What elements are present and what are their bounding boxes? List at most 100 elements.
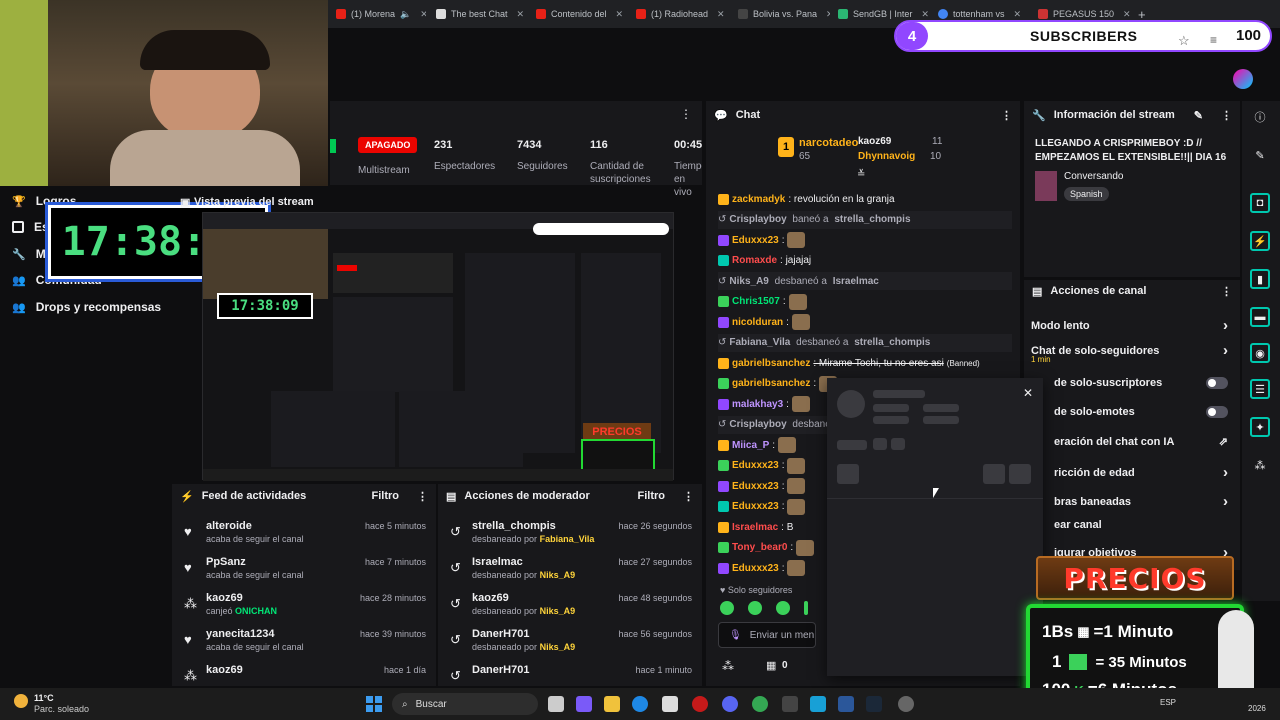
nav-item-drops[interactable]: 👥 Drops y recompensas — [12, 300, 161, 314]
browser-tab[interactable]: (1) Morena 🔈 ✕ — [336, 4, 426, 24]
chat-username[interactable]: Israelmac — [732, 522, 778, 533]
chat-username[interactable]: Eduxxx23 — [732, 481, 779, 492]
moderator-name[interactable]: Niks_A9 — [540, 642, 576, 652]
taskbar-search[interactable]: ⌕ Buscar — [392, 693, 538, 715]
kebab-menu-icon[interactable]: ⋮ — [683, 490, 694, 503]
info-icon[interactable]: ⓘ — [1250, 107, 1270, 127]
activity-row[interactable]: ♥ alteroide acaba de seguir el canal hace 5… — [180, 518, 428, 552]
followers-only-item[interactable]: Chat de solo-seguidores › — [1031, 342, 1228, 359]
leaderboard-second[interactable]: kaoz69 — [858, 136, 891, 147]
app-icon[interactable] — [810, 696, 826, 712]
browser-tab[interactable]: Contenido del ✕ — [536, 4, 628, 24]
close-icon[interactable]: ✕ — [1023, 386, 1033, 400]
moderator-name[interactable]: Fabiana_Vila — [540, 534, 595, 544]
activity-row[interactable]: ⁂ kaoz69 canjeó ONICHAN hace 28 minutos — [180, 590, 428, 624]
list-icon[interactable]: ☰ — [1250, 379, 1270, 399]
opera-icon[interactable] — [692, 696, 708, 712]
star-icon[interactable]: ☆ — [1178, 33, 1190, 49]
activity-row[interactable]: ⁂ kaoz69 hace 1 día — [180, 662, 428, 684]
leaderboard-first-name[interactable]: narcotadeo — [799, 137, 858, 149]
age-restriction-item[interactable]: ricción de edad › — [1054, 464, 1228, 481]
modaction-row[interactable]: ↺ DanerH701 hace 1 minuto — [446, 662, 694, 684]
chat-username[interactable]: Eduxxx23 — [732, 501, 779, 512]
app-icon[interactable] — [782, 696, 798, 712]
chat-username[interactable]: Tony_bear0 — [732, 542, 787, 553]
chat-username[interactable]: Eduxxx23 — [732, 563, 779, 574]
raid-channel-item[interactable]: ear canal — [1054, 519, 1228, 531]
chat-message[interactable]: Eduxxx23: — [718, 231, 1012, 249]
banned-words-item[interactable]: bras baneadas › — [1054, 493, 1228, 510]
close-tab-icon[interactable]: ✕ — [717, 9, 725, 20]
chat-message[interactable]: nicolduran: — [718, 313, 1012, 331]
chat-icon[interactable]: ▬ — [1250, 307, 1270, 327]
activity-row[interactable]: ♥ yanecita1234 acaba de seguir el canal hac… — [180, 626, 428, 660]
microphone-icon[interactable]: 🎙 — [729, 630, 742, 641]
slow-mode-item[interactable]: Modo lento › — [1031, 317, 1228, 334]
copilot-icon[interactable] — [576, 696, 592, 712]
language-indicator[interactable]: ESP — [1160, 698, 1176, 707]
chat-message[interactable]: Chris1507: — [718, 293, 1012, 311]
chat-username[interactable]: Eduxxx23 — [732, 460, 779, 471]
chat-username[interactable]: gabrielbsanchez — [732, 378, 810, 389]
category-name[interactable]: Conversando — [1064, 171, 1123, 182]
browser-tab[interactable]: (1) Radiohead ✕ — [636, 4, 728, 24]
channel-points-icon[interactable]: ⁂ — [722, 659, 734, 673]
close-tab-icon[interactable]: ✕ — [826, 9, 830, 20]
chat-message[interactable]: gabrielbsanchez: Mirame Tochi, tu no ere… — [718, 354, 1012, 372]
emotes-only-toggle[interactable] — [1206, 406, 1228, 418]
windows-start-icon[interactable] — [366, 696, 382, 712]
emote-icon[interactable] — [804, 601, 808, 615]
target-user[interactable]: strella_chompis — [834, 214, 910, 225]
browser-tab[interactable]: The best Chat ✕ — [436, 4, 526, 24]
chat-username[interactable]: Chris1507 — [732, 296, 780, 307]
modaction-row[interactable]: ↺ kaoz69 desbaneado por Niks_A9 hace 48 seg… — [446, 590, 694, 624]
chat-username[interactable]: malakhay3 — [732, 399, 783, 410]
lightning-icon[interactable]: ⚡ — [1250, 231, 1270, 251]
moderator-name[interactable]: Fabiana_Vila — [729, 337, 790, 348]
clock-date[interactable]: 2026 — [1248, 704, 1266, 713]
chat-username[interactable]: Miica_P — [732, 440, 769, 451]
pencil-icon[interactable]: ✎ — [1250, 145, 1270, 165]
list-icon[interactable]: ≡ — [1210, 33, 1217, 47]
close-tab-icon[interactable]: ✕ — [1123, 9, 1130, 20]
chat-message[interactable]: Romaxde: jajajaj — [718, 252, 1012, 270]
moderator-name[interactable]: Niks_A9 — [729, 276, 768, 287]
record-icon[interactable]: ◘ — [1250, 193, 1270, 213]
close-tab-icon[interactable]: ✕ — [1014, 9, 1022, 20]
emotes-only-item[interactable]: de solo-emotes — [1054, 406, 1228, 418]
chat-username[interactable]: Eduxxx23 — [732, 235, 779, 246]
file-icon[interactable]: ▮ — [1250, 269, 1270, 289]
kebab-menu-icon[interactable]: ⋮ — [1001, 109, 1012, 122]
chat-input[interactable]: 🎙 Enviar un men — [718, 622, 816, 648]
kebab-menu-icon[interactable]: ⋮ — [680, 107, 692, 121]
emote-icon[interactable] — [748, 601, 762, 615]
emote-icon[interactable] — [720, 601, 734, 615]
store-icon[interactable] — [662, 696, 678, 712]
activity-filter-button[interactable]: Filtro — [372, 490, 400, 502]
kebab-menu-icon[interactable]: ⋮ — [1221, 109, 1232, 122]
chat-system-message[interactable]: ↺ Niks_A9 desbaneó a Israelmac — [718, 272, 1012, 290]
ai-moderation-item[interactable]: eración del chat con IA ⇗ — [1054, 435, 1228, 449]
broadcast-icon[interactable]: ◉ — [1250, 343, 1270, 363]
moderator-name[interactable]: Niks_A9 — [540, 606, 576, 616]
modaction-row[interactable]: ↺ Israelmac desbaneado por Niks_A9 hace 27 … — [446, 554, 694, 588]
modaction-row[interactable]: ↺ strella_chompis desbaneado por Fabiana_V… — [446, 518, 694, 552]
moderator-name[interactable]: Crisplayboy — [729, 214, 786, 225]
store-icon[interactable]: ▦ — [766, 659, 776, 672]
modaction-row[interactable]: ↺ DanerH701 desbaneado por Niks_A9 hace 56 … — [446, 626, 694, 660]
channel-points-icon[interactable]: ⁂ — [1250, 455, 1270, 475]
browser-tab[interactable]: Bolivia vs. Pana ✕ — [738, 4, 830, 24]
chat-username[interactable]: nicolduran — [732, 317, 783, 328]
obs-icon[interactable] — [898, 696, 914, 712]
chat-username[interactable]: zackmadyk — [732, 194, 785, 205]
wrench-icon[interactable]: ✦ — [1250, 417, 1270, 437]
kebab-menu-icon[interactable]: ⋮ — [417, 490, 428, 503]
moderator-name[interactable]: Niks_A9 — [540, 570, 576, 580]
moderator-name[interactable]: Crisplayboy — [729, 419, 786, 430]
discord-icon[interactable] — [722, 696, 738, 712]
subscribers-only-item[interactable]: de solo-suscriptores — [1054, 377, 1228, 389]
close-tab-icon[interactable]: ✕ — [517, 9, 525, 20]
close-tab-icon[interactable]: ✕ — [921, 9, 929, 20]
stream-preview[interactable]: 17:38:09 PRECIOS — [202, 212, 674, 481]
edge-icon[interactable] — [632, 696, 648, 712]
